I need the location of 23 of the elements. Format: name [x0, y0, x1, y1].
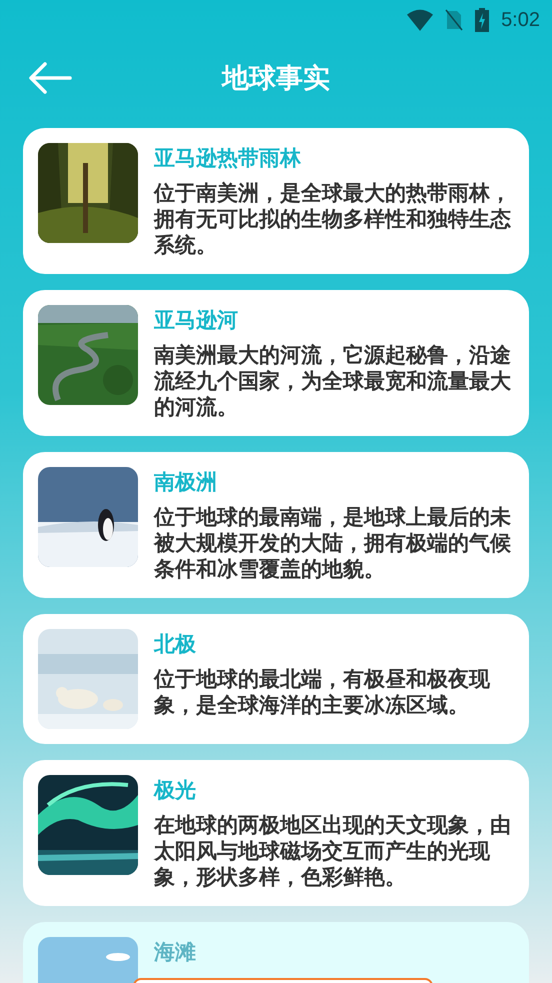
no-sim-icon [445, 9, 464, 31]
page-title: 地球事实 [222, 62, 330, 95]
fact-card[interactable]: 北极 位于地球的最北端，有极昼和极夜现象，是全球海洋的主要冰冻区域。 [23, 614, 529, 744]
fact-description: 南美洲最大的河流，它源起秘鲁，沿途流经九个国家，为全球最宽和流量最大的河流。 [154, 343, 512, 421]
fact-description: 位于南美洲，是全球最大的热带雨林，拥有无可比拟的生物多样性和独特生态系统。 [154, 181, 512, 259]
fact-description: 在地球的两极地区出现的天文现象，由太阳风与地球磁场交互而产生的光现象，形状多样，色彩鲜艳。 [154, 813, 512, 891]
back-arrow-icon [28, 61, 72, 95]
fact-card[interactable]: 亚马逊河 南美洲最大的河流，它源起秘鲁，沿途流经九个国家，为全球最宽和流量最大的河流。 [23, 290, 529, 436]
fact-description: 位于地球的最南端，是地球上最后的未被大规模开发的大陆，拥有极端的气候条件和冰雪覆盖的地貌。 [154, 505, 512, 583]
fact-card[interactable]: 亚马逊热带雨林 位于南美洲，是全球最大的热带雨林，拥有无可比拟的生物多样性和独特生态系统。 [23, 128, 529, 274]
fact-title: 南极洲 [154, 470, 218, 496]
fact-card[interactable]: 极光 在地球的两极地区出现的天文现象，由太阳风与地球磁场交互而产生的光现象，形状多样，色彩鲜艳。 [23, 760, 529, 906]
wifi-icon [407, 9, 434, 31]
fact-description: 位于地球的最北端，有极昼和极夜现象，是全球海洋的主要冰冻区域。 [154, 667, 491, 719]
battery-charging-icon [475, 8, 490, 32]
fact-title: 亚马逊热带雨林 [154, 146, 302, 172]
fact-card[interactable]: 南极洲 位于地球的最南端，是地球上最后的未被大规模开发的大陆，拥有极端的气候条件和冰雪覆盖的地貌。 [23, 452, 529, 598]
fact-title: 亚马逊河 [154, 308, 239, 334]
fact-title: 极光 [154, 778, 197, 804]
back-button[interactable] [28, 61, 72, 95]
status-time: 5:02 [501, 8, 540, 33]
fact-title: 海滩 [154, 940, 196, 966]
fact-title: 北极 [154, 632, 197, 658]
